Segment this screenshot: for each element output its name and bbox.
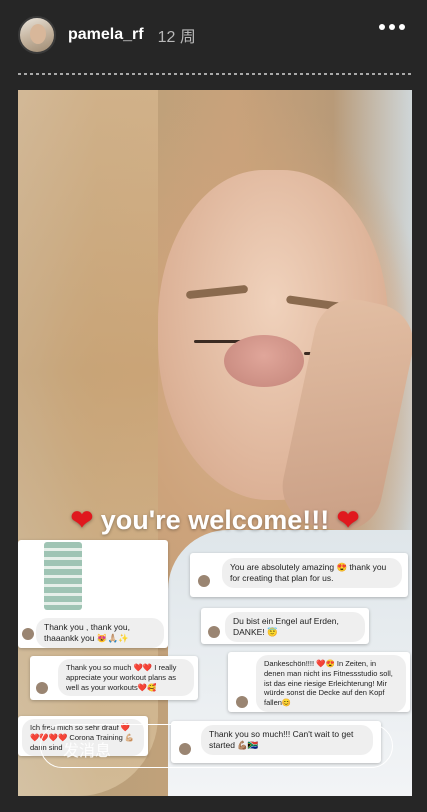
avatar — [36, 682, 48, 694]
avatar — [236, 696, 248, 708]
story-image[interactable]: ❤ you're welcome!!! ❤ Thank you , thank … — [18, 90, 412, 796]
story-caption: ❤ you're welcome!!! ❤ — [18, 505, 412, 536]
username[interactable]: pamela_rf — [68, 26, 144, 44]
message-card: Thank you , thank you, thaaankk you 😻🙏🏼✨ — [18, 540, 168, 649]
send-message-placeholder: 发消息 — [63, 743, 112, 760]
message-card: Dankeschön!!!! ❤️😍 In Zeiten, in denen m… — [228, 652, 410, 712]
message-bubble: Du bist ein Engel auf Erden, DANKE! 😇 — [225, 612, 365, 643]
message-card: Du bist ein Engel auf Erden, DANKE! 😇 — [201, 608, 369, 644]
story-progress-bar — [18, 73, 412, 75]
message-card: You are absolutely amazing 😍 thank you f… — [190, 553, 408, 597]
message-bubble: Dankeschön!!!! ❤️😍 In Zeiten, in denen m… — [256, 655, 406, 712]
story-header: pamela_rf 12 周 — [0, 0, 427, 70]
post-time: 12 周 — [157, 29, 196, 46]
lips-shape — [224, 335, 304, 387]
message-bubble: Thank you , thank you, thaaankk you 😻🙏🏼✨ — [36, 618, 164, 649]
heart-icon: ❤ — [70, 505, 94, 535]
avatar — [208, 626, 220, 638]
avatar — [198, 575, 210, 587]
profile-avatar[interactable] — [18, 16, 56, 54]
avatar — [22, 628, 34, 640]
phone-screenshot — [44, 542, 82, 610]
heart-icon: ❤ — [336, 505, 360, 535]
send-message-input[interactable]: 发消息 — [40, 724, 393, 768]
message-bubble: You are absolutely amazing 😍 thank you f… — [222, 558, 402, 589]
caption-text: you're welcome!!! — [100, 505, 330, 535]
message-card: Thank you so much ❤️❤️ I really apprecia… — [30, 656, 198, 700]
more-options-icon[interactable] — [379, 24, 405, 30]
message-bubble: Thank you so much ❤️❤️ I really apprecia… — [58, 659, 194, 697]
